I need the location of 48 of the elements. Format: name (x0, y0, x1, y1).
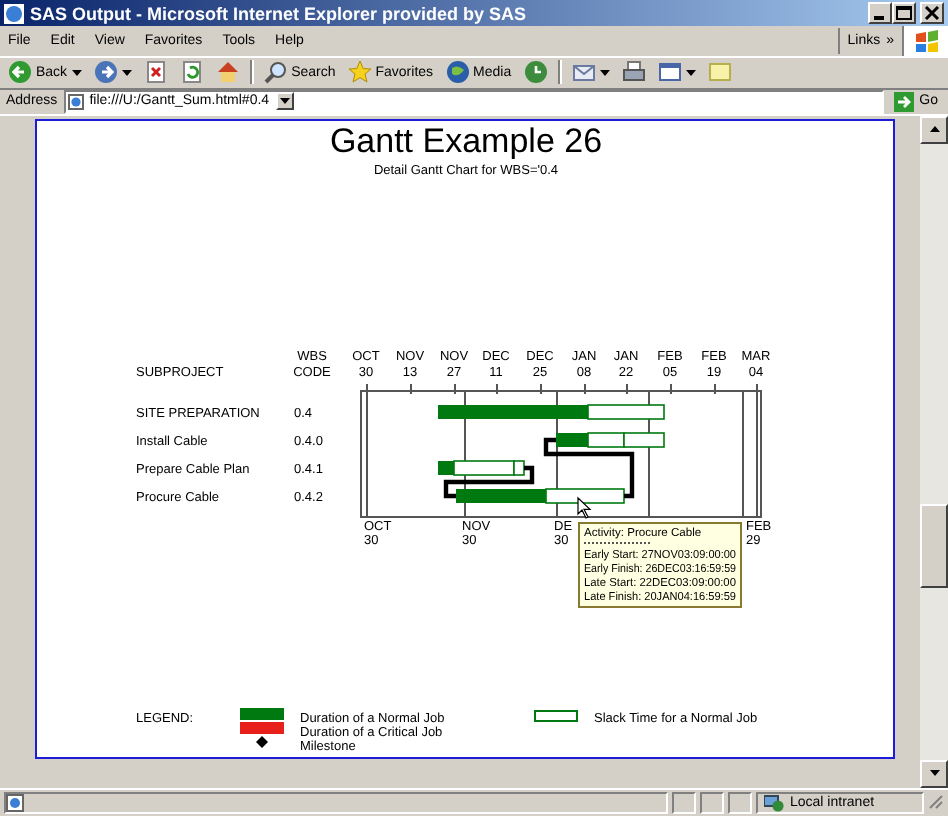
discuss-icon (707, 60, 732, 85)
maximize-icon (896, 6, 912, 20)
media-icon (445, 60, 470, 85)
slack-bar (587, 404, 665, 420)
dependency-line (543, 437, 635, 499)
minimize-button[interactable] (868, 2, 892, 24)
edit-icon (657, 60, 682, 85)
status-pane (672, 791, 696, 814)
history-button[interactable] (521, 58, 550, 87)
intranet-icon (764, 793, 784, 812)
favorites-icon (347, 60, 372, 85)
caret-icon (71, 69, 82, 76)
caret-icon (279, 98, 290, 105)
caret-icon (685, 69, 696, 76)
report-title: Gantt Example 26 (329, 121, 603, 160)
refresh-button[interactable] (177, 58, 206, 87)
scroll-down-button[interactable] (920, 759, 948, 788)
page-icon (6, 793, 24, 812)
window-title: SAS Output - Microsoft Internet Explorer provided by SAS (30, 3, 529, 23)
resize-grip-icon (928, 794, 944, 811)
close-icon (924, 6, 940, 20)
milestone-icon (256, 735, 268, 748)
caret-icon (929, 126, 939, 133)
search-icon (263, 60, 288, 85)
slack-bar (545, 488, 625, 504)
scroll-thumb[interactable] (920, 503, 948, 588)
browser-icon (4, 3, 24, 23)
home-icon (215, 60, 240, 85)
mail-icon (571, 60, 596, 85)
home-button[interactable] (213, 58, 242, 87)
close-button[interactable] (920, 2, 944, 24)
edit-button[interactable] (655, 58, 698, 87)
maximize-button[interactable] (892, 2, 916, 24)
stop-button[interactable] (141, 58, 170, 87)
caret-icon (121, 69, 132, 76)
status-pane (700, 791, 724, 814)
caret-icon (599, 69, 610, 76)
cursor-icon (577, 496, 592, 519)
print-button[interactable] (619, 58, 648, 87)
scrollbar[interactable] (920, 115, 948, 788)
page-icon (67, 93, 84, 110)
dependency-line (443, 465, 535, 499)
scroll-up-button[interactable] (920, 115, 948, 144)
flag-icon (913, 29, 939, 54)
status-pane (728, 791, 752, 814)
caret-icon (929, 770, 939, 777)
slack-swatch (534, 709, 578, 722)
forward-button[interactable] (91, 58, 134, 87)
